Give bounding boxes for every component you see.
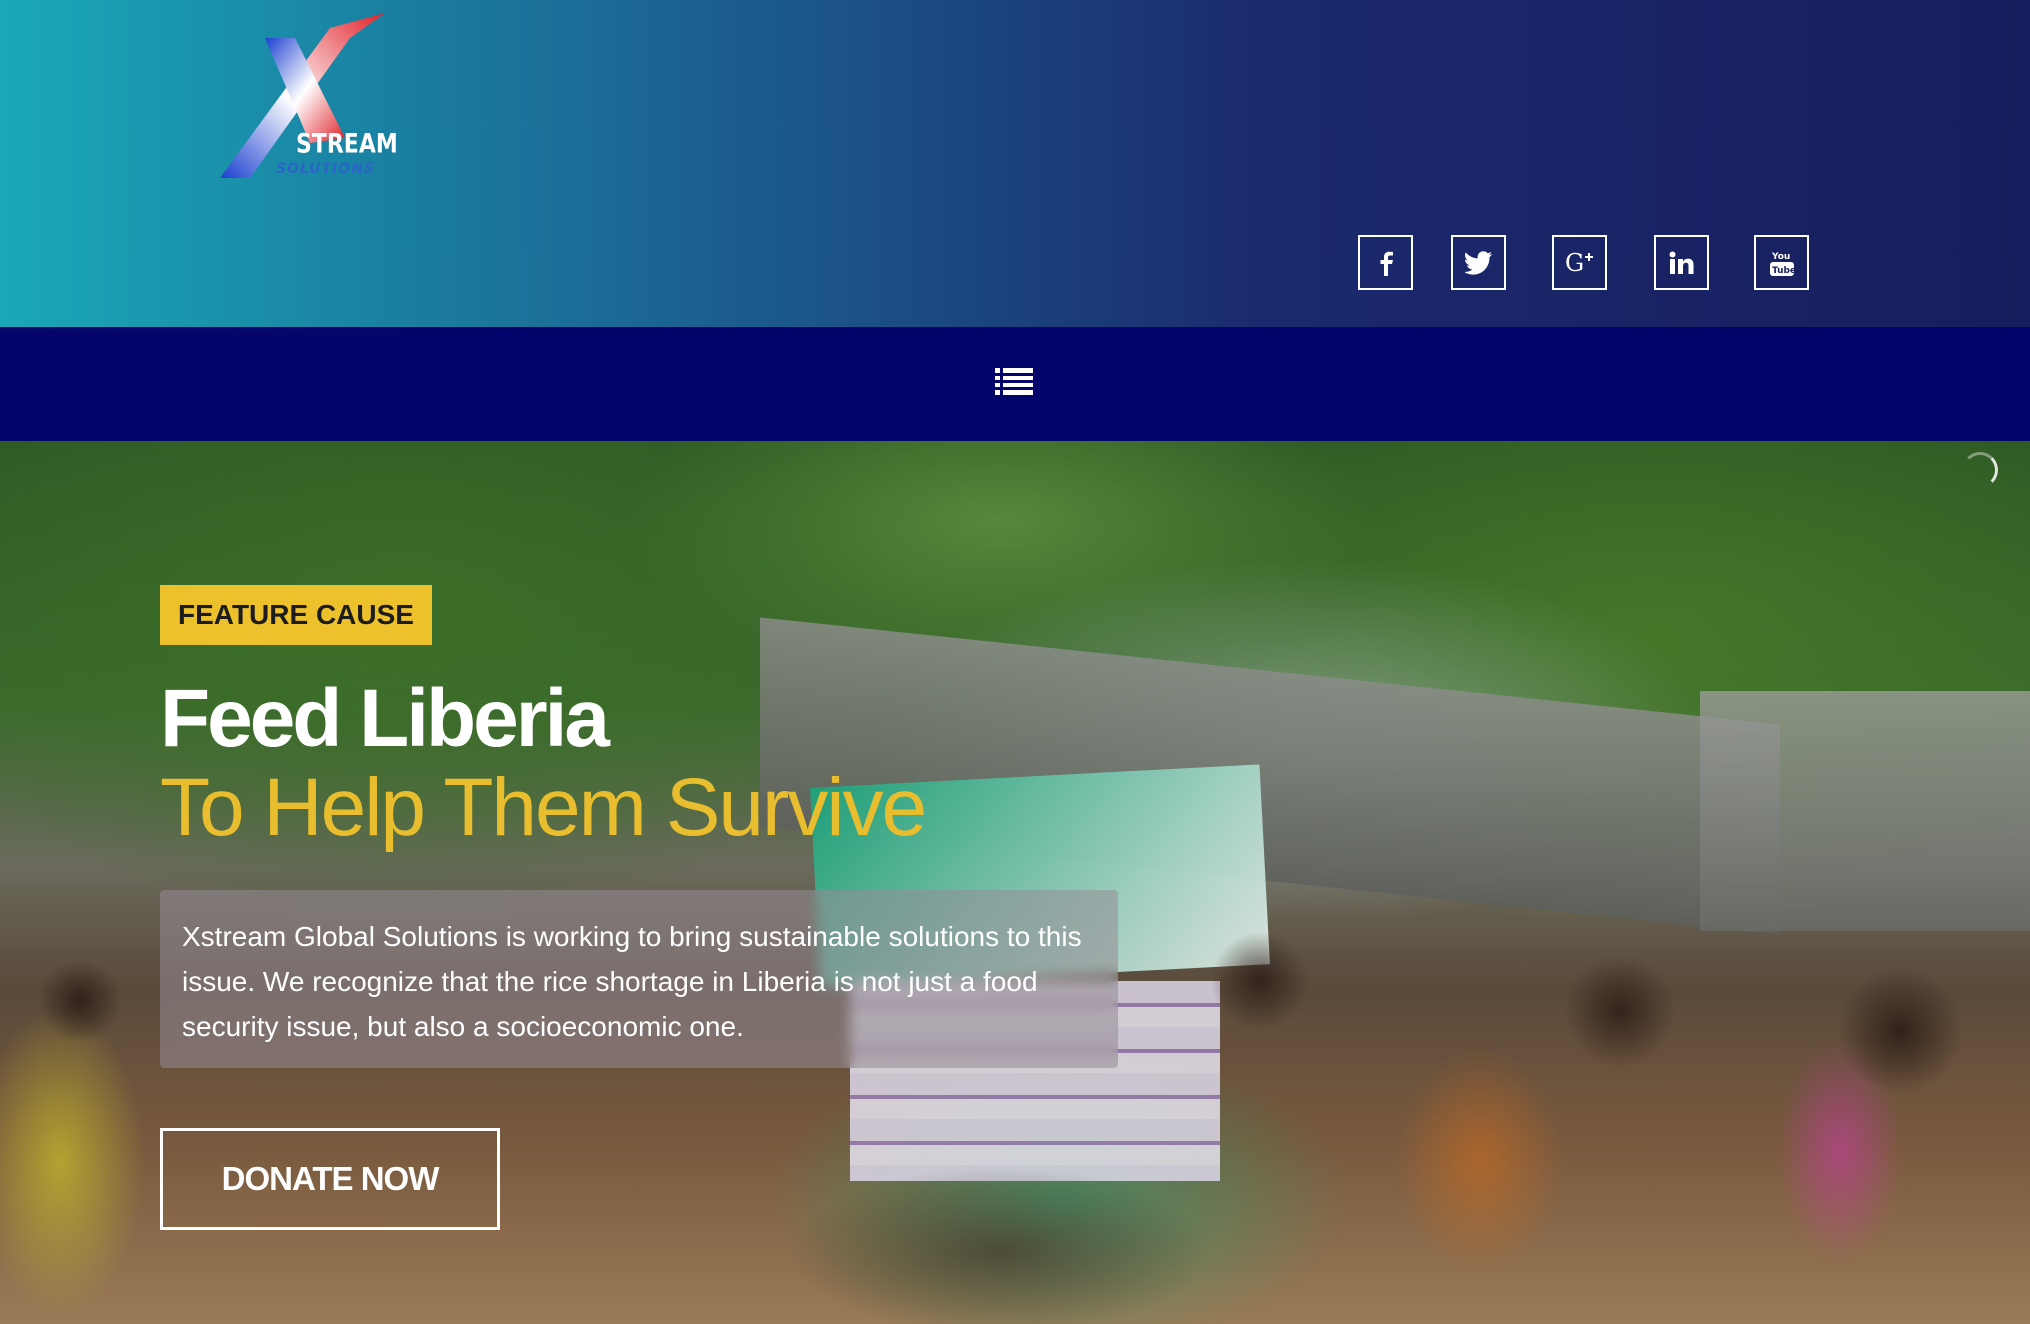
svg-text:You: You [1771, 252, 1790, 262]
donate-now-button[interactable]: DONATE NOW [160, 1128, 500, 1230]
hero-subtitle: To Help Them Survive [160, 762, 927, 853]
hero-description: Xstream Global Solutions is working to b… [160, 890, 1118, 1068]
logo-subtitle: SOLUTIONS [276, 161, 375, 177]
youtube-link[interactable]: You Tube [1754, 235, 1809, 290]
linkedin-icon [1669, 251, 1693, 274]
site-header: STREAM SOLUTIONS G You Tube [0, 0, 2030, 327]
hero-title: Feed Liberia [160, 673, 610, 764]
linkedin-link[interactable] [1654, 235, 1709, 290]
menu-toggle-icon [995, 368, 1033, 395]
svg-text:Tube: Tube [1772, 266, 1795, 276]
svg-text:G: G [1565, 249, 1584, 277]
facebook-icon [1380, 251, 1393, 276]
feature-cause-badge: FEATURE CAUSE [160, 585, 432, 645]
google-plus-link[interactable]: G [1552, 235, 1607, 290]
youtube-icon: You Tube [1769, 252, 1795, 276]
logo-wordmark: STREAM [296, 129, 398, 160]
google-plus-icon: G [1565, 249, 1593, 277]
facebook-link[interactable] [1358, 235, 1413, 290]
xstream-logo[interactable]: STREAM SOLUTIONS [210, 8, 400, 188]
twitter-link[interactable] [1451, 235, 1506, 290]
slider-loading-spinner-icon [1962, 452, 1998, 488]
list-menu-icon[interactable] [994, 366, 1034, 398]
twitter-icon [1464, 250, 1492, 275]
